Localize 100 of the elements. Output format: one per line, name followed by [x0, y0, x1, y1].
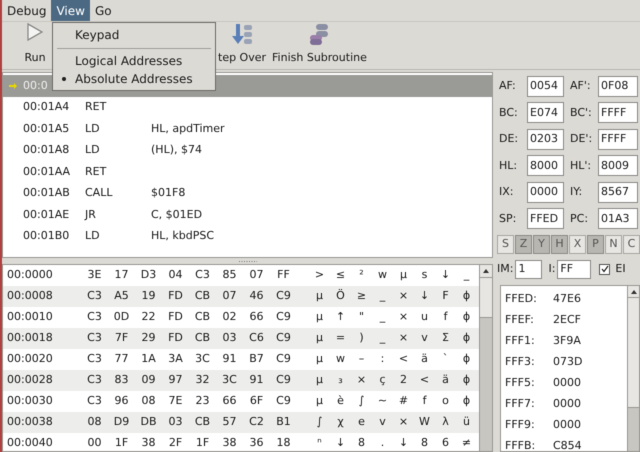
- char-cell-text: ↓: [418, 288, 430, 304]
- hex-byte: B7: [248, 351, 265, 368]
- register-label: DE':: [569, 131, 594, 147]
- hex-byte: D9: [112, 414, 130, 430]
- char-cell-text: ≥: [356, 288, 368, 304]
- register-field[interactable]: 8567: [598, 182, 638, 203]
- register-field[interactable]: FFED: [527, 208, 564, 230]
- i-field[interactable]: FF: [557, 260, 592, 278]
- hex-byte: C3: [86, 372, 103, 388]
- disassembly-row[interactable]: 00:01AA RET: [3, 161, 492, 182]
- ei-label: EI: [615, 260, 626, 277]
- disassembly-row[interactable]: 00:01A4 RET: [3, 96, 492, 118]
- flag-toggle[interactable]: Z: [515, 234, 532, 254]
- menu-item[interactable]: Go: [90, 0, 117, 21]
- disassembly-row[interactable]: 00:01A5 LD HL, apdTimer: [3, 118, 492, 140]
- register-label: PC:: [569, 210, 590, 226]
- flag-toggle[interactable]: S: [497, 234, 514, 254]
- stack-address: FFF7:: [505, 396, 536, 412]
- register-field[interactable]: 0054: [527, 76, 564, 97]
- disassembly-row[interactable]: 00:01B0 LD HL, kbdPSC: [3, 226, 492, 247]
- address-text: 00:01AE: [23, 206, 70, 222]
- scrollbar-thumb[interactable]: [480, 278, 492, 318]
- ei-checkbox[interactable]: [599, 264, 610, 274]
- flag-toggle[interactable]: C: [623, 234, 640, 254]
- hex-byte: 02: [222, 309, 238, 326]
- flag-toggle[interactable]: Y: [533, 234, 550, 254]
- memory-address: 00:0028: [6, 372, 54, 388]
- register-field[interactable]: 01A3: [598, 208, 638, 230]
- flag-toggle[interactable]: N: [605, 234, 622, 254]
- register-field[interactable]: FFFF: [598, 102, 638, 124]
- menu-item[interactable]: View: [51, 0, 90, 21]
- scrollbar-thumb[interactable]: [628, 298, 639, 408]
- memory-address: 00:0008: [6, 288, 54, 304]
- im-field[interactable]: 1: [515, 260, 542, 278]
- register-field[interactable]: 0F08: [598, 76, 638, 97]
- char-cell-text: ²: [358, 267, 365, 284]
- scrollbar[interactable]: [627, 286, 639, 451]
- operand-text: HL, kbdPSC: [151, 228, 214, 244]
- char-cell-text: –: [358, 351, 366, 368]
- hex-byte: 66: [248, 309, 264, 326]
- char-cell-text: ϕ: [462, 351, 472, 368]
- hex-byte: 04: [168, 267, 184, 284]
- flag-toggle[interactable]: P: [587, 234, 604, 254]
- menu-entry[interactable]: Keypad: [53, 25, 215, 45]
- flag-toggle[interactable]: X: [569, 234, 586, 254]
- hex-byte: 3C: [221, 372, 238, 388]
- char-cell-text: ₃: [337, 372, 344, 388]
- address-text: 00:01B0: [23, 228, 70, 244]
- hex-byte: C9: [275, 372, 292, 388]
- char-cell-text: ä: [441, 372, 450, 388]
- disassembly-row[interactable]: 00:01A8 LD (HL), $74: [3, 140, 492, 161]
- finish-subroutine-button[interactable]: Finish Subroutine: [272, 22, 367, 66]
- play-icon: [26, 22, 44, 42]
- char-cell-text: µ: [315, 288, 324, 304]
- register-field[interactable]: 8009: [598, 155, 638, 176]
- char-cell-text: w: [377, 267, 388, 284]
- run-button[interactable]: Run: [20, 22, 50, 66]
- opcode-text: JR: [85, 206, 97, 222]
- step-over-button[interactable]: tep Over: [218, 22, 266, 66]
- char-cell-text: u: [420, 309, 429, 326]
- hex-byte: 03: [222, 330, 238, 346]
- char-cell-text: f: [422, 393, 428, 410]
- hex-byte: 29: [140, 330, 156, 346]
- hex-byte: C9: [275, 288, 292, 304]
- disassembly-row[interactable]: 00:01AB CALL $01F8: [3, 182, 492, 204]
- char-cell-text: ↓: [440, 267, 452, 284]
- disassembly-row[interactable]: 00:01AE JR C, $01ED: [3, 204, 492, 226]
- char-cell-text: v: [420, 330, 429, 346]
- char-cell-text: f: [442, 309, 449, 326]
- register-field[interactable]: 8000: [527, 155, 564, 176]
- register-field[interactable]: 0000: [527, 182, 564, 203]
- im-label: IM:: [497, 260, 514, 277]
- menu-radio-entry[interactable]: Logical Addresses: [53, 52, 215, 70]
- char-cell-text: o: [441, 393, 450, 410]
- hex-byte: 85: [222, 267, 238, 284]
- register-field[interactable]: FFFF: [598, 128, 638, 150]
- hex-byte: C9: [275, 393, 292, 410]
- hex-byte: 2F: [168, 435, 184, 451]
- char-cell-text: ∫: [358, 393, 366, 410]
- char-cell-text: e: [357, 414, 366, 430]
- hex-byte: FD: [167, 288, 184, 304]
- hex-byte: 09: [140, 372, 156, 388]
- char-cell-text: ~: [376, 393, 388, 410]
- menu-item[interactable]: Debug: [2, 0, 52, 21]
- char-cell-text: ϕ: [462, 288, 472, 304]
- register-label: HL':: [569, 158, 592, 174]
- char-cell-text: ×: [356, 372, 368, 388]
- flag-toggle[interactable]: H: [551, 234, 568, 254]
- register-field[interactable]: E074: [527, 102, 564, 124]
- char-cell-text: ⁿ: [316, 435, 323, 451]
- hex-byte: 3A: [167, 351, 184, 368]
- char-cell-text: Ö: [335, 288, 346, 304]
- hex-byte: C3: [194, 267, 211, 284]
- hex-byte: 32: [194, 372, 210, 388]
- scrollbar[interactable]: [479, 265, 492, 451]
- char-cell-text: ϕ: [462, 393, 472, 410]
- register-field[interactable]: 0203: [527, 128, 564, 150]
- char-cell-text: .: [380, 435, 386, 451]
- char-cell-text: ∫: [316, 414, 324, 430]
- hex-byte: 0D: [112, 309, 130, 326]
